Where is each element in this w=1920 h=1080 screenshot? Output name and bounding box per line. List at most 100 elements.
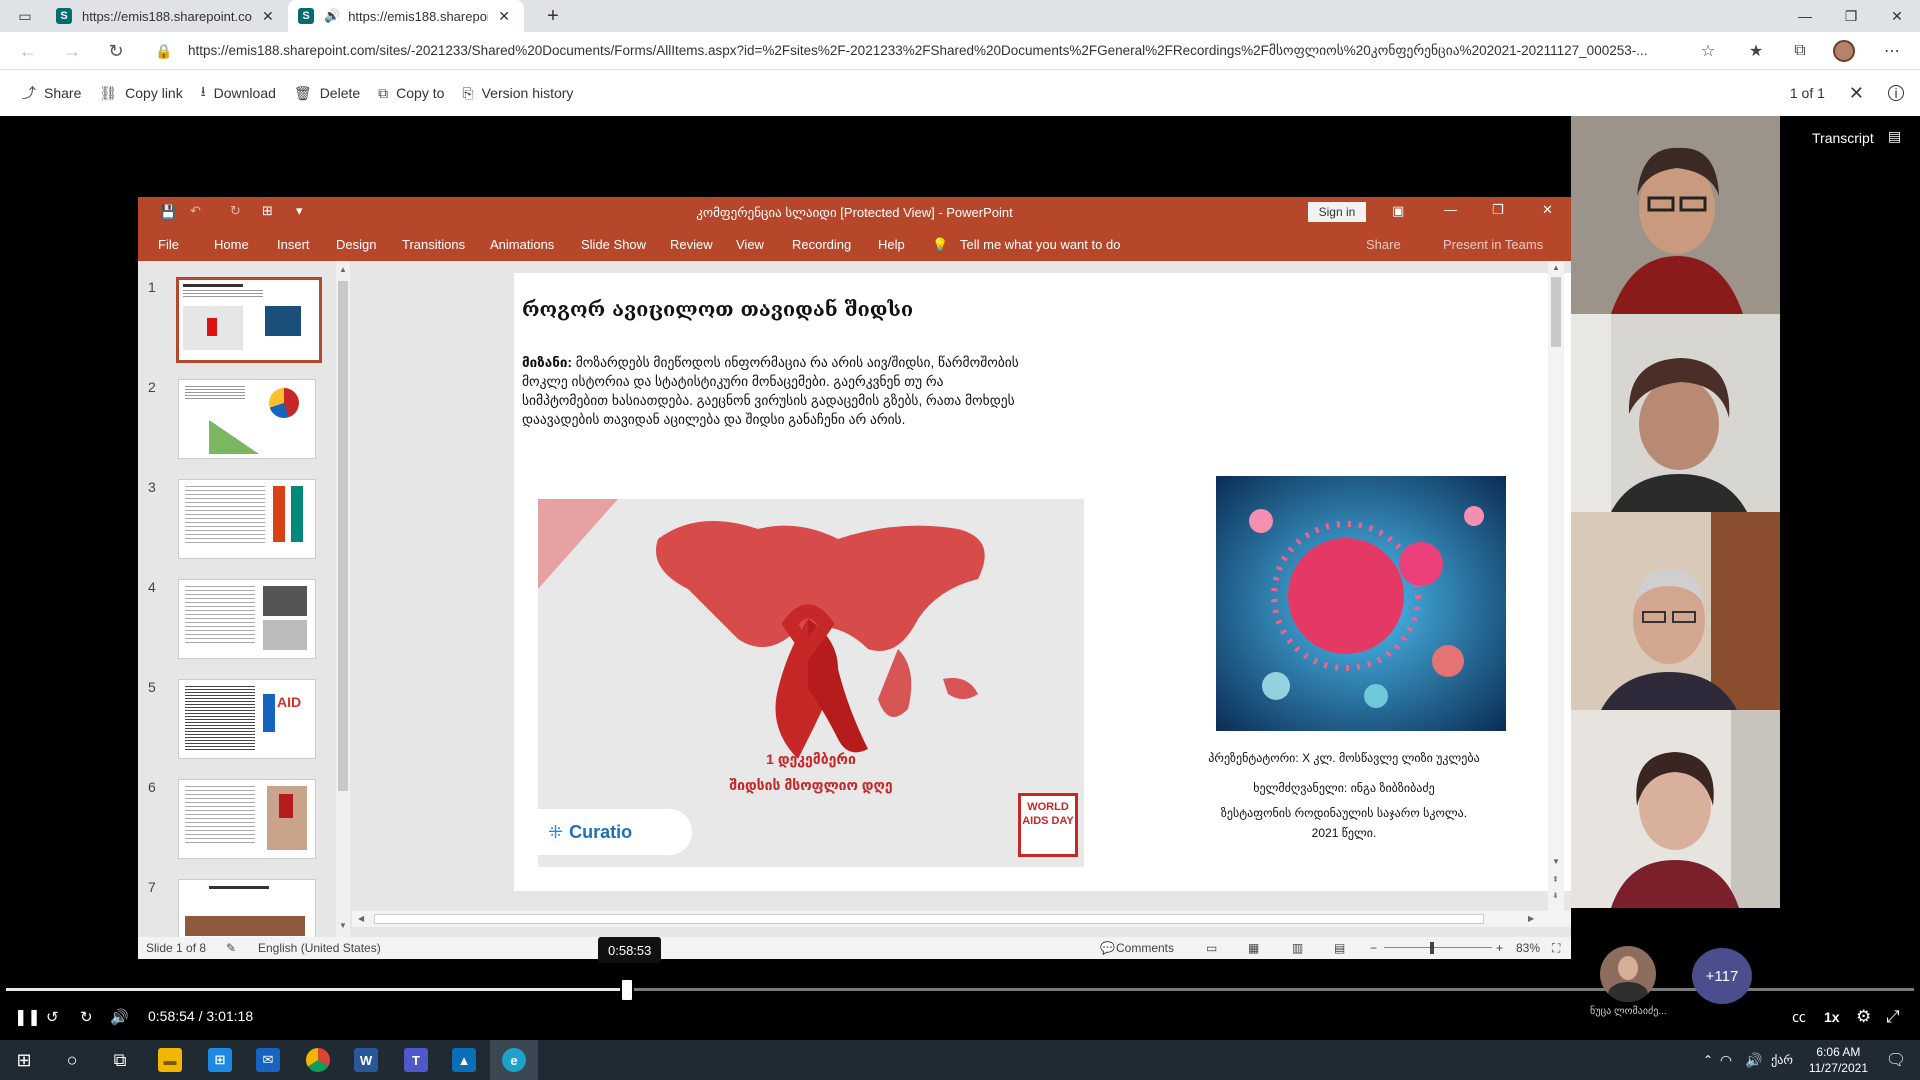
search-icon[interactable]: ○ [48,1040,96,1080]
teams-icon[interactable]: T [392,1040,440,1080]
delete-button[interactable]: 🗑 Delete [294,85,360,102]
slide-sorter-icon[interactable]: ▦ [1248,941,1259,955]
browser-tab-bar: ▭ S https://emis188.sharepoint.com/ ✕ S … [0,0,1920,32]
normal-view-icon[interactable]: ▭ [1206,941,1217,955]
slide-thumbnail[interactable]: 1 [148,277,333,363]
rewind-10-button[interactable]: ↺ [46,1005,59,1029]
close-viewer-icon[interactable]: ✕ [1849,83,1864,104]
zoom-in-icon[interactable]: + [1496,941,1503,955]
fit-to-window-icon[interactable]: ⛶ [1552,941,1560,956]
slide-thumbnail[interactable]: 7 [148,879,333,937]
tab-insert[interactable]: Insert [277,237,310,252]
restore-button[interactable]: ❐ [1828,0,1874,32]
sign-in-button[interactable]: Sign in [1308,202,1366,222]
ribbon-display-icon[interactable]: ▣ [1392,203,1404,219]
download-button[interactable]: ⭳ Download [201,81,276,105]
copy-to-button[interactable]: ⧉ Copy to [378,85,444,102]
close-tab-icon[interactable]: ✕ [498,8,510,25]
back-button[interactable]: ← [10,32,46,70]
lock-icon[interactable]: 🔒 [146,32,182,70]
playback-speed-button[interactable]: 1x [1824,1005,1840,1029]
comments-button[interactable]: Comments [1116,941,1174,955]
language-indicator[interactable]: ქარ [1764,1040,1800,1080]
more-options-icon[interactable]: ⋯ [1874,32,1910,70]
more-participants-badge[interactable]: +117 [1692,948,1752,1004]
lightbulb-icon: 💡 [932,237,949,252]
share-ppt-button[interactable]: Share [1366,237,1401,252]
favorite-add-icon[interactable]: ☆ [1690,32,1726,70]
url-field[interactable]: https://emis188.sharepoint.com/sites/-20… [188,37,1748,65]
forward-10-button[interactable]: ↻ [80,1005,93,1029]
new-tab-button[interactable]: + [530,0,576,32]
store-icon[interactable]: ⊞ [196,1040,244,1080]
slide-thumbnail[interactable]: 3 [148,479,333,559]
slide-thumbnail[interactable]: 6 [148,779,333,859]
tab-actions-icon[interactable]: ▭ [2,0,48,32]
tab-slide-show[interactable]: Slide Show [581,237,646,252]
share-button[interactable]: ⤴ Share [22,83,81,103]
tab-review[interactable]: Review [670,237,713,252]
copy-link-button[interactable]: ⛓ Copy link [99,85,182,102]
collections-icon[interactable]: ⧉ [1782,32,1818,70]
tab-design[interactable]: Design [336,237,376,252]
slide-thumbnail[interactable]: 4 [148,579,333,659]
zoom-slider-thumb[interactable] [1430,942,1434,954]
speaker-icon[interactable]: 🔊 [324,8,340,24]
video-seek-handle[interactable] [620,978,635,1002]
chrome-icon[interactable] [294,1040,342,1080]
minimize-button[interactable]: — [1782,0,1828,32]
zoom-out-icon[interactable]: − [1370,941,1377,955]
tab-animations[interactable]: Animations [490,237,554,252]
favorites-icon[interactable]: ★ [1738,32,1774,70]
settings-icon[interactable]: ⚙ [1856,1005,1871,1029]
ppt-maximize-button[interactable]: ❐ [1492,202,1504,218]
forward-button[interactable]: → [54,32,90,70]
spellcheck-icon[interactable]: ✎ [226,941,236,955]
slide-canvas[interactable]: როგორ ავიცილოთ თავიდან შიდსი მიზანი: მოზ… [514,273,1616,891]
file-explorer-icon[interactable]: ▬ [146,1040,194,1080]
notifications-icon[interactable]: 🗨 [1872,1040,1920,1080]
slideshow-view-icon[interactable]: ▤ [1334,941,1345,955]
tab-help[interactable]: Help [878,237,905,252]
ppt-close-button[interactable]: ✕ [1542,202,1553,218]
slide-vertical-scrollbar[interactable]: ▲ ▼ ⇞ ⇟ [1548,261,1564,911]
word-icon[interactable]: W [342,1040,390,1080]
present-in-teams-button[interactable]: Present in Teams [1443,237,1543,252]
slide-thumbnail[interactable]: 5 AID [148,679,333,759]
volume-button[interactable]: 🔊 [110,1005,129,1029]
browser-tab[interactable]: S https://emis188.sharepoint.com/ ✕ [46,0,286,32]
thumbnails-scrollbar[interactable]: ▲ ▼ [336,261,350,937]
ppt-minimize-button[interactable]: — [1444,202,1457,217]
task-view-icon[interactable]: ⧉ [96,1040,144,1080]
tab-home[interactable]: Home [214,237,249,252]
edge-icon[interactable]: e [490,1040,538,1080]
zoom-slider[interactable] [1384,947,1492,948]
tab-transitions[interactable]: Transitions [402,237,465,252]
mail-icon[interactable]: ✉ [244,1040,292,1080]
windows-start-icon[interactable]: ⊞ [0,1040,48,1080]
captions-button[interactable]: ㏄ [1792,1005,1806,1029]
photos-icon[interactable]: ▲ [440,1040,488,1080]
transcript-icon[interactable]: ▤ [1888,128,1901,145]
close-window-button[interactable]: ✕ [1874,0,1920,32]
tell-me-search[interactable]: Tell me what you want to do [960,237,1120,252]
pause-button[interactable]: ❚❚ [14,1005,41,1029]
fullscreen-icon[interactable]: ⤢ [1886,1005,1900,1029]
tab-view[interactable]: View [736,237,764,252]
slide-horizontal-scrollbar[interactable]: ◀ ▶ [352,911,1571,927]
system-clock[interactable]: 6:06 AM 11/27/2021 [1809,1044,1868,1076]
language-status[interactable]: English (United States) [258,941,381,955]
tab-file[interactable]: File [158,237,179,252]
transcript-button[interactable]: Transcript [1812,130,1874,146]
close-tab-icon[interactable]: ✕ [262,8,274,25]
zoom-level[interactable]: 83% [1516,941,1540,955]
info-icon[interactable]: i [1888,85,1904,101]
reading-view-icon[interactable]: ▥ [1292,941,1303,955]
version-history-button[interactable]: ⎘ Version history [462,85,573,102]
slide-thumbnail[interactable]: 2 [148,379,333,459]
browser-tab-active[interactable]: S 🔊 https://emis188.sharepoint.com/ ✕ [288,0,524,32]
refresh-button[interactable]: ↻ [98,32,134,70]
tab-recording[interactable]: Recording [792,237,851,252]
profile-avatar[interactable] [1826,32,1862,70]
participant-avatar[interactable] [1600,946,1656,1002]
